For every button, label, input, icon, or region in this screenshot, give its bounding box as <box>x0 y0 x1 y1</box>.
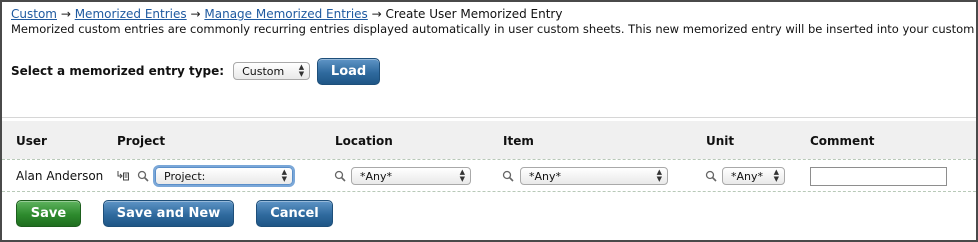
search-icon[interactable] <box>501 169 515 183</box>
entry-type-row: Select a memorized entry type: Custom ▲ ▼… <box>11 57 381 85</box>
project-select-value: Project: <box>164 169 206 183</box>
cell-user: Alan Anderson <box>16 166 103 186</box>
search-icon[interactable] <box>333 169 347 183</box>
item-select[interactable]: *Any* ▲ ▼ <box>520 167 668 185</box>
section-divider <box>2 117 976 118</box>
breadcrumb-link-custom[interactable]: Custom <box>11 7 57 21</box>
select-arrows-icon: ▲ ▼ <box>773 168 779 183</box>
cell-item: *Any* ▲ ▼ <box>501 166 668 186</box>
select-arrows-icon: ▲ ▼ <box>281 168 287 183</box>
column-header-item: Item <box>503 134 534 148</box>
breadcrumb-link-memorized-entries[interactable]: Memorized Entries <box>75 7 187 21</box>
save-button[interactable]: Save <box>16 200 81 227</box>
select-arrows-icon: ▲ ▼ <box>656 168 662 183</box>
cell-location: *Any* ▲ ▼ <box>333 166 471 186</box>
column-header-comment: Comment <box>810 134 875 148</box>
location-select[interactable]: *Any* ▲ ▼ <box>351 167 471 185</box>
hierarchy-icon[interactable] <box>116 169 130 183</box>
user-name: Alan Anderson <box>16 169 104 183</box>
unit-select-value: *Any* <box>731 169 764 183</box>
breadcrumb-separator: → <box>190 7 201 21</box>
row-divider <box>2 191 976 192</box>
comment-input[interactable] <box>810 166 947 186</box>
cell-unit: *Any* ▲ ▼ <box>704 166 785 186</box>
select-arrows-icon: ▲ ▼ <box>298 63 305 78</box>
breadcrumb-link-manage-memorized-entries[interactable]: Manage Memorized Entries <box>204 7 367 21</box>
breadcrumb-current: Create User Memorized Entry <box>385 7 563 21</box>
cancel-button[interactable]: Cancel <box>256 200 333 227</box>
column-header-user: User <box>16 134 47 148</box>
breadcrumb-separator: → <box>371 7 382 21</box>
cell-comment <box>810 166 947 186</box>
breadcrumb: Custom → Memorized Entries → Manage Memo… <box>11 7 562 22</box>
unit-select[interactable]: *Any* ▲ ▼ <box>722 167 785 185</box>
entry-type-label: Select a memorized entry type: <box>11 64 225 78</box>
item-select-value: *Any* <box>529 169 562 183</box>
entry-type-select-value: Custom <box>242 64 285 78</box>
load-button[interactable]: Load <box>317 57 381 85</box>
column-header-unit: Unit <box>706 134 735 148</box>
cell-project: Project: ▲ ▼ <box>116 166 293 186</box>
save-and-new-button[interactable]: Save and New <box>103 200 234 227</box>
project-select[interactable]: Project: ▲ ▼ <box>155 167 293 185</box>
entry-type-select[interactable]: Custom ▲ ▼ <box>233 62 311 80</box>
search-icon[interactable] <box>704 169 718 183</box>
breadcrumb-separator: → <box>60 7 71 21</box>
column-header-project: Project <box>117 134 166 148</box>
search-icon[interactable] <box>136 169 150 183</box>
select-arrows-icon: ▲ ▼ <box>459 168 465 183</box>
column-header-location: Location <box>335 134 393 148</box>
page-description: Memorized custom entries are commonly re… <box>11 22 978 36</box>
location-select-value: *Any* <box>360 169 393 183</box>
